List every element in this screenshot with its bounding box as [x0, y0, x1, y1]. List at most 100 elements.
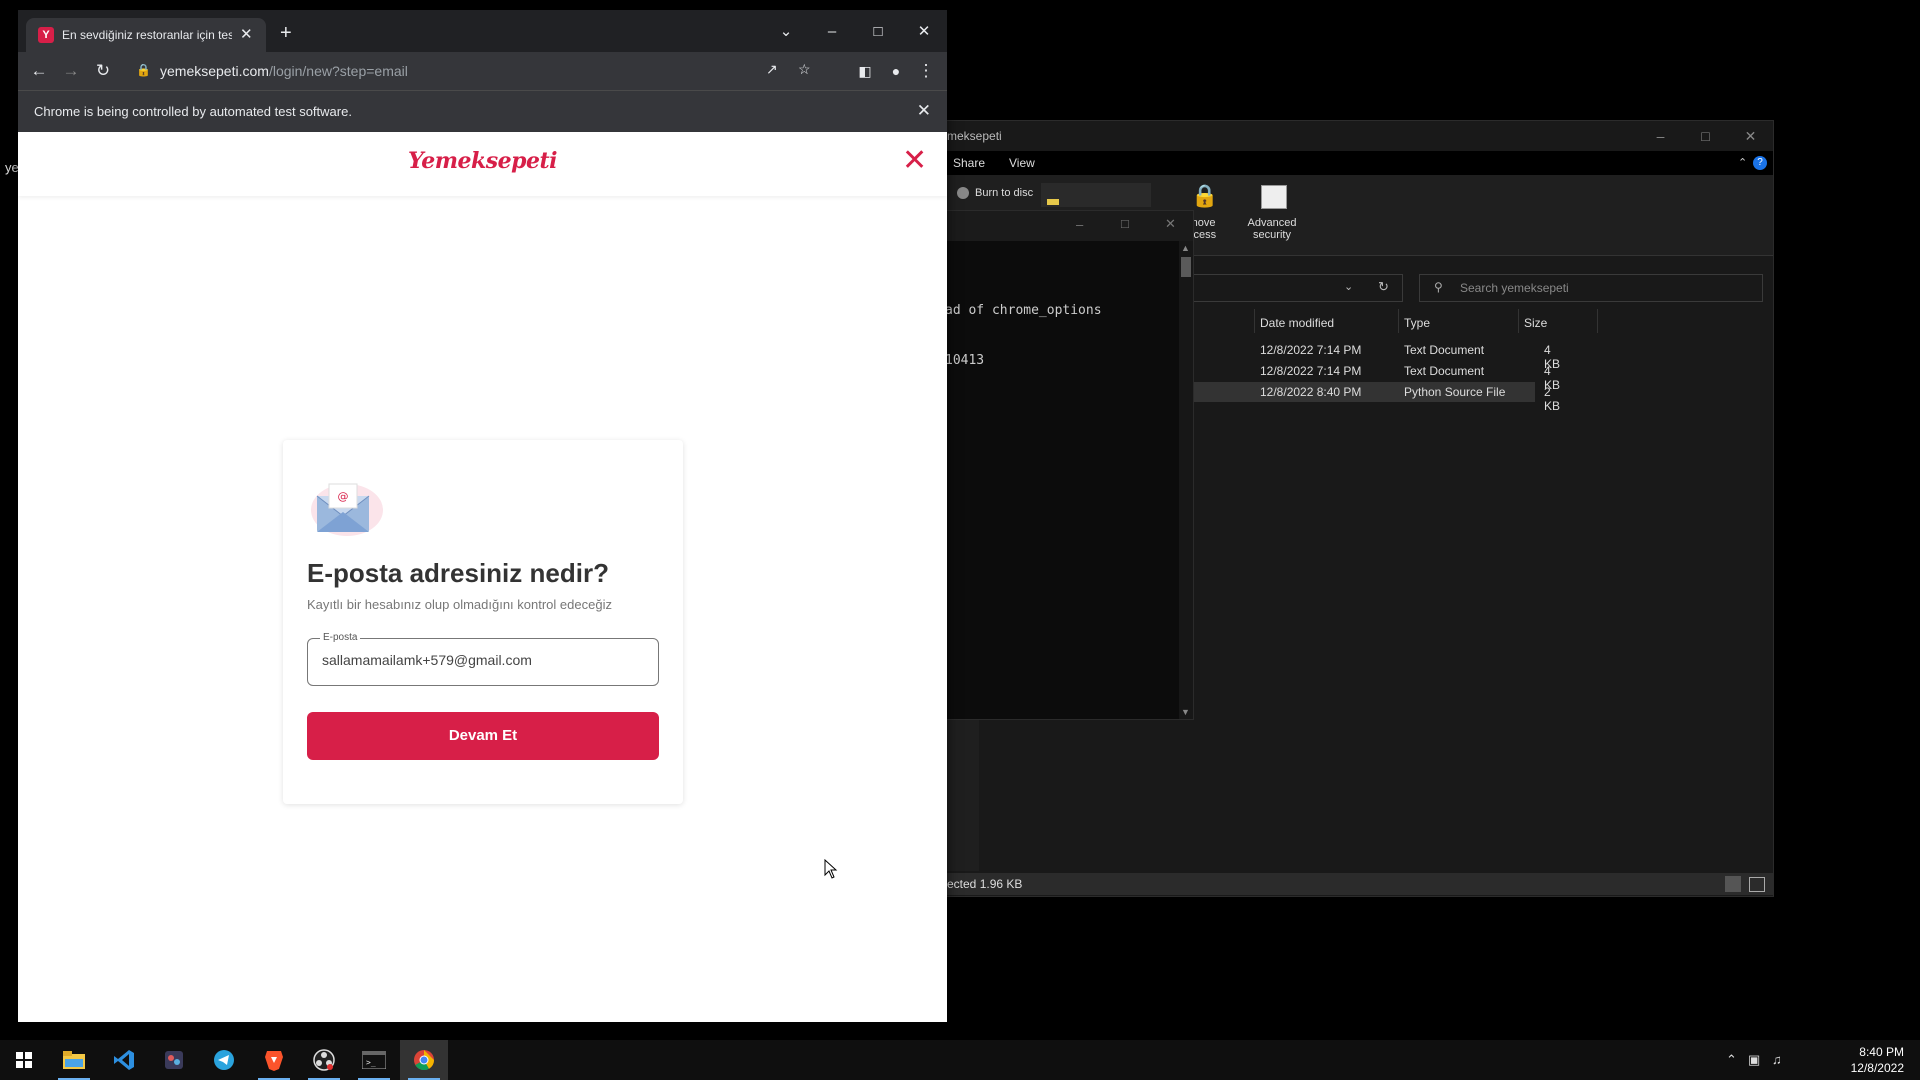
scroll-thumb[interactable] — [1181, 257, 1191, 277]
taskbar-obs[interactable] — [300, 1040, 348, 1080]
tiles-view-icon[interactable] — [1749, 877, 1765, 892]
menu-view[interactable]: View — [1009, 156, 1035, 170]
burn-to-disc-label: Burn to disc — [975, 187, 1034, 199]
chevron-up-icon[interactable]: ⌃ — [1726, 1052, 1737, 1068]
refresh-icon[interactable]: ↻ — [1378, 279, 1389, 295]
column-divider — [1398, 309, 1399, 333]
chevron-down-icon[interactable]: ⌄ — [1344, 280, 1353, 293]
file-row[interactable]: 12/8/2022 7:14 PM Text Document 4 KB — [1179, 361, 1560, 392]
advanced-security-button[interactable]: Advanced security — [1241, 181, 1303, 247]
minimize-icon[interactable]: – — [809, 18, 855, 46]
taskbar-telegram[interactable] — [200, 1040, 248, 1080]
close-icon[interactable]: ✕ — [901, 18, 947, 46]
column-divider — [1597, 309, 1598, 333]
minimize-icon[interactable]: – — [1638, 121, 1683, 151]
close-icon[interactable]: ✕ — [1728, 121, 1773, 151]
column-divider — [1254, 309, 1255, 333]
file-type: Text Document — [1404, 364, 1485, 378]
close-tab-icon[interactable]: ✕ — [240, 25, 253, 43]
explorer-titlebar: meksepeti – □ ✕ — [941, 121, 1773, 151]
chevron-down-icon[interactable]: ▼ — [1181, 707, 1190, 717]
brave-icon — [265, 1051, 283, 1071]
chrome-window: Y En sevdiğiniz restoranlar için tesl ✕ … — [18, 10, 947, 1022]
column-date-modified[interactable]: Date modified — [1260, 316, 1334, 330]
network-icon[interactable]: ▣ — [1748, 1052, 1760, 1068]
explorer-menubar: Share View ⌃ ? — [941, 151, 1773, 175]
menu-share[interactable]: Share — [953, 156, 985, 170]
terminal-window: – □ ✕ ad of chrome_options 10413 ▲ ▼ — [940, 210, 1194, 720]
minimize-icon[interactable]: – — [1076, 217, 1083, 232]
maximize-icon[interactable]: □ — [1683, 121, 1728, 151]
file-explorer-icon — [63, 1051, 85, 1069]
file-row-selected[interactable]: 12/8/2022 8:40 PM Python Source File 2 K… — [1179, 382, 1560, 413]
scrollbar[interactable]: ▲ ▼ — [1179, 241, 1193, 719]
clock-date: 12/8/2022 — [1850, 1061, 1904, 1075]
maximize-icon[interactable]: □ — [1121, 216, 1129, 231]
profile-icon[interactable]: ● — [885, 60, 907, 82]
terminal-titlebar: – □ ✕ — [941, 211, 1193, 241]
taskbar-terminal[interactable]: >_ — [350, 1040, 398, 1080]
email-label: E-posta — [320, 632, 361, 643]
lock-icon: 🔒 — [1191, 183, 1219, 208]
ribbon-group-placeholder — [1041, 183, 1151, 207]
maximize-icon[interactable]: □ — [855, 18, 901, 46]
taskbar-chrome[interactable] — [400, 1040, 448, 1080]
clock-time: 8:40 PM — [1859, 1045, 1904, 1059]
help-icon[interactable]: ? — [1753, 156, 1767, 170]
new-tab-icon[interactable]: + — [280, 22, 292, 45]
lock-icon[interactable]: 🔒 — [136, 63, 151, 77]
continue-button[interactable]: Devam Et — [307, 712, 659, 760]
taskbar-brave[interactable] — [250, 1040, 298, 1080]
clock[interactable]: 8:40 PM 12/8/2022 — [1851, 1044, 1904, 1076]
address-bar[interactable]: ⌄ ↻ — [1181, 274, 1403, 302]
url-path: /login/new?step=email — [268, 63, 408, 79]
star-icon[interactable]: ☆ — [798, 61, 811, 78]
file-date: 12/8/2022 7:14 PM — [1260, 343, 1362, 357]
tab-title: En sevdiğiniz restoranlar için tesl — [62, 28, 232, 42]
start-button[interactable] — [0, 1040, 48, 1080]
page-subtitle: Kayıtlı bir hesabınız olup olmadığını ko… — [307, 597, 612, 612]
close-icon[interactable]: ✕ — [1165, 216, 1176, 232]
close-icon[interactable]: ✕ — [917, 101, 931, 121]
close-icon[interactable]: ✕ — [902, 146, 927, 176]
folder-icon — [1047, 199, 1059, 205]
terminal-line: ad of chrome_options — [945, 303, 1102, 318]
url-text[interactable]: yemeksepeti.com/login/new?step=email — [160, 63, 408, 79]
file-row[interactable]: 12/8/2022 7:14 PM Text Document 4 KB — [1179, 340, 1560, 371]
yemeksepeti-logo[interactable]: Yemeksepeti — [18, 148, 947, 174]
volume-icon[interactable]: ♫ — [1772, 1052, 1782, 1067]
omnibox[interactable]: 🔒 yemeksepeti.com/login/new?step=email ☆… — [130, 56, 820, 86]
chrome-icon — [414, 1050, 435, 1071]
browser-tab[interactable]: Y En sevdiğiniz restoranlar için tesl ✕ — [26, 18, 266, 52]
taskbar-media-app[interactable] — [150, 1040, 198, 1080]
menu-kebab-icon[interactable]: ⋮ — [915, 60, 937, 82]
taskbar-vscode[interactable] — [100, 1040, 148, 1080]
collapse-ribbon-icon[interactable]: ⌃ — [1738, 156, 1747, 169]
share-icon[interactable]: ↗ — [766, 61, 778, 78]
security-sheet-icon — [1261, 185, 1287, 209]
svg-text:@: @ — [338, 490, 349, 503]
url-host: yemeksepeti.com — [160, 63, 269, 79]
vscode-icon — [114, 1050, 134, 1070]
tab-search-icon[interactable]: ⌄ — [763, 18, 809, 46]
disc-icon — [957, 187, 969, 199]
site-header: Yemeksepeti ✕ — [18, 132, 947, 196]
side-panel-icon[interactable]: ◧ — [854, 60, 876, 82]
email-input[interactable] — [322, 652, 642, 668]
back-icon[interactable]: ← — [28, 60, 50, 82]
column-type[interactable]: Type — [1404, 316, 1430, 330]
email-field[interactable]: E-posta — [307, 632, 659, 686]
reload-icon[interactable]: ↻ — [92, 60, 114, 82]
forward-icon[interactable]: → — [60, 60, 82, 82]
obs-icon — [313, 1049, 335, 1071]
explorer-search-input[interactable]: ⚲ Search yemeksepeti — [1419, 274, 1763, 302]
browser-toolbar: ← → ↻ 🔒 yemeksepeti.com/login/new?step=e… — [18, 52, 947, 90]
file-type: Python Source File — [1404, 385, 1506, 399]
terminal-icon: >_ — [362, 1051, 386, 1069]
column-size[interactable]: Size — [1524, 316, 1547, 330]
file-date: 12/8/2022 8:40 PM — [1260, 385, 1362, 399]
chevron-up-icon[interactable]: ▲ — [1181, 243, 1190, 253]
details-view-icon[interactable] — [1725, 876, 1741, 892]
taskbar: >_ ⌃ ▣ ♫ 8:40 PM 12/8/2022 — [0, 1040, 1920, 1080]
taskbar-file-explorer[interactable] — [50, 1040, 98, 1080]
